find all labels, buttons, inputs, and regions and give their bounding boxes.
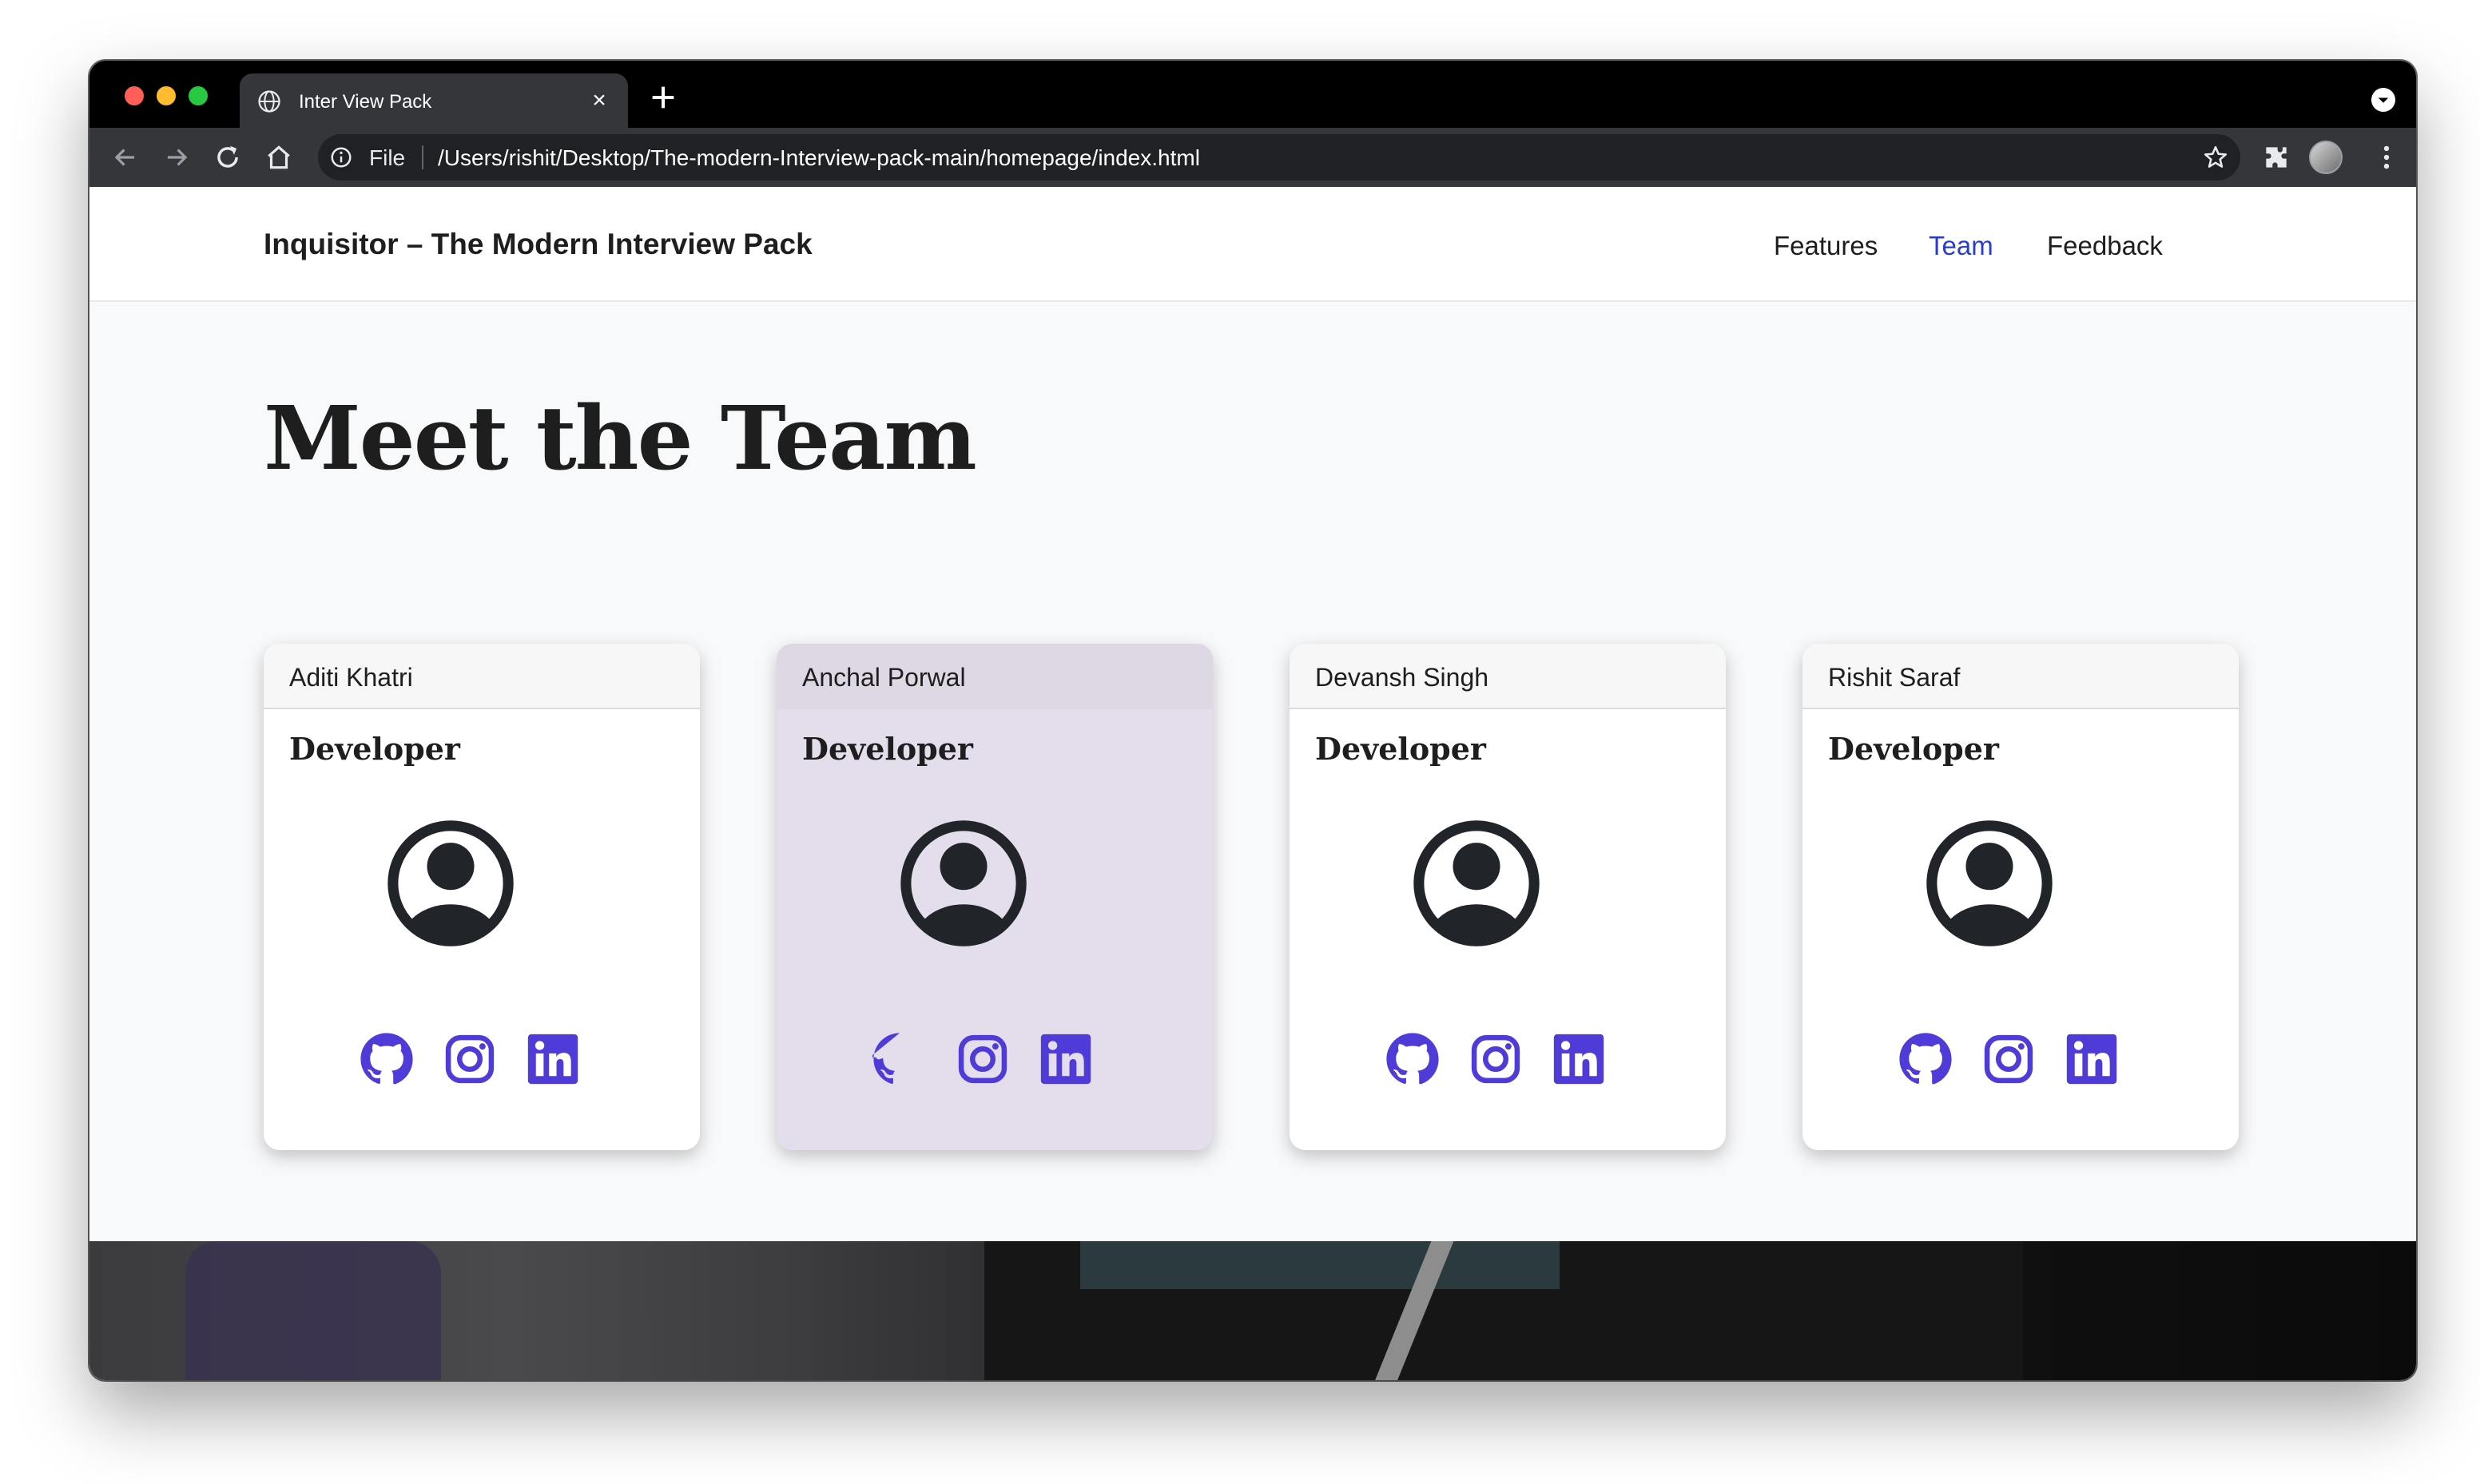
card-header: Aditi Khatri	[264, 644, 700, 709]
card-header: Rishit Saraf	[1802, 644, 2239, 709]
github-icon[interactable]	[872, 1032, 927, 1086]
person-avatar-icon	[1413, 820, 1540, 946]
reload-icon[interactable]	[213, 142, 243, 173]
team-card: Devansh Singh Developer	[1290, 644, 1726, 1150]
linkedin-icon[interactable]	[1039, 1032, 1093, 1086]
instagram-icon[interactable]	[956, 1032, 1010, 1086]
instagram-icon[interactable]	[1469, 1032, 1523, 1086]
card-header: Devansh Singh	[1290, 644, 1726, 709]
tab-bar: Inter View Pack ×	[89, 61, 2416, 129]
profile-avatar[interactable]	[2309, 141, 2343, 174]
bookmark-star-icon[interactable]	[2202, 144, 2229, 171]
close-window-button[interactable]	[125, 86, 144, 105]
member-role: Developer	[1315, 731, 1486, 767]
github-icon[interactable]	[1898, 1032, 1953, 1086]
minimize-window-button[interactable]	[157, 86, 176, 105]
footer-photo-object	[185, 1241, 441, 1380]
address-url[interactable]: /Users/rishit/Desktop/The-modern-Intervi…	[438, 146, 1200, 170]
tab-title: Inter View Pack	[299, 91, 432, 113]
member-name: Rishit Saraf	[1828, 663, 1961, 692]
nav-link-feedback[interactable]: Feedback	[2047, 230, 2163, 262]
web-page: Inquisitor – The Modern Interview Pack F…	[89, 187, 2416, 1380]
footer-photo-screen	[1080, 1241, 1560, 1289]
card-header: Anchal Porwal	[777, 644, 1213, 709]
github-icon[interactable]	[1385, 1032, 1440, 1086]
browser-toolbar: File /Users/rishit/Desktop/The-modern-In…	[89, 128, 2416, 187]
linkedin-icon[interactable]	[2065, 1032, 2119, 1086]
person-avatar-icon	[1926, 820, 2053, 946]
linkedin-icon[interactable]	[1552, 1032, 1606, 1086]
back-arrow-icon[interactable]	[110, 142, 141, 173]
member-role: Developer	[289, 731, 460, 767]
instagram-icon[interactable]	[443, 1032, 497, 1086]
browser-menu-icon[interactable]	[2371, 142, 2402, 173]
forward-arrow-icon[interactable]	[161, 142, 192, 173]
globe-icon	[258, 90, 280, 113]
info-icon[interactable]	[329, 145, 353, 169]
person-avatar-icon	[900, 820, 1027, 946]
team-card: Rishit Saraf Developer	[1802, 644, 2239, 1150]
team-card: Anchal Porwal Developer	[777, 644, 1213, 1150]
extensions-puzzle-icon[interactable]	[2261, 142, 2291, 173]
member-name: Devansh Singh	[1315, 663, 1489, 692]
page-title: Meet the Team	[264, 387, 977, 490]
nav-link-features[interactable]: Features	[1774, 230, 1878, 262]
home-icon[interactable]	[264, 142, 294, 173]
member-name: Anchal Porwal	[802, 663, 966, 692]
tab-search-icon[interactable]	[2371, 88, 2395, 112]
address-separator	[422, 145, 423, 169]
browser-window: Inter View Pack × File /Users/rishit/Des…	[89, 61, 2416, 1380]
address-bar[interactable]: File /Users/rishit/Desktop/The-modern-In…	[318, 134, 2240, 181]
team-card: Aditi Khatri Developer	[264, 644, 700, 1150]
linkedin-icon[interactable]	[526, 1032, 580, 1086]
site-navbar: Inquisitor – The Modern Interview Pack F…	[89, 187, 2416, 302]
browser-tab[interactable]: Inter View Pack ×	[240, 73, 628, 129]
new-tab-icon[interactable]	[647, 81, 679, 113]
site-brand[interactable]: Inquisitor – The Modern Interview Pack	[264, 228, 813, 260]
maximize-window-button[interactable]	[189, 86, 208, 105]
member-role: Developer	[802, 731, 973, 767]
instagram-icon[interactable]	[1981, 1032, 2036, 1086]
github-icon[interactable]	[360, 1032, 414, 1086]
member-name: Aditi Khatri	[289, 663, 413, 692]
person-avatar-icon	[388, 820, 514, 946]
member-role: Developer	[1828, 731, 1999, 767]
close-tab-icon[interactable]: ×	[586, 88, 612, 113]
footer-background-image	[89, 1241, 2416, 1380]
nav-link-team[interactable]: Team	[1929, 230, 1993, 262]
address-scheme: File	[369, 145, 406, 170]
